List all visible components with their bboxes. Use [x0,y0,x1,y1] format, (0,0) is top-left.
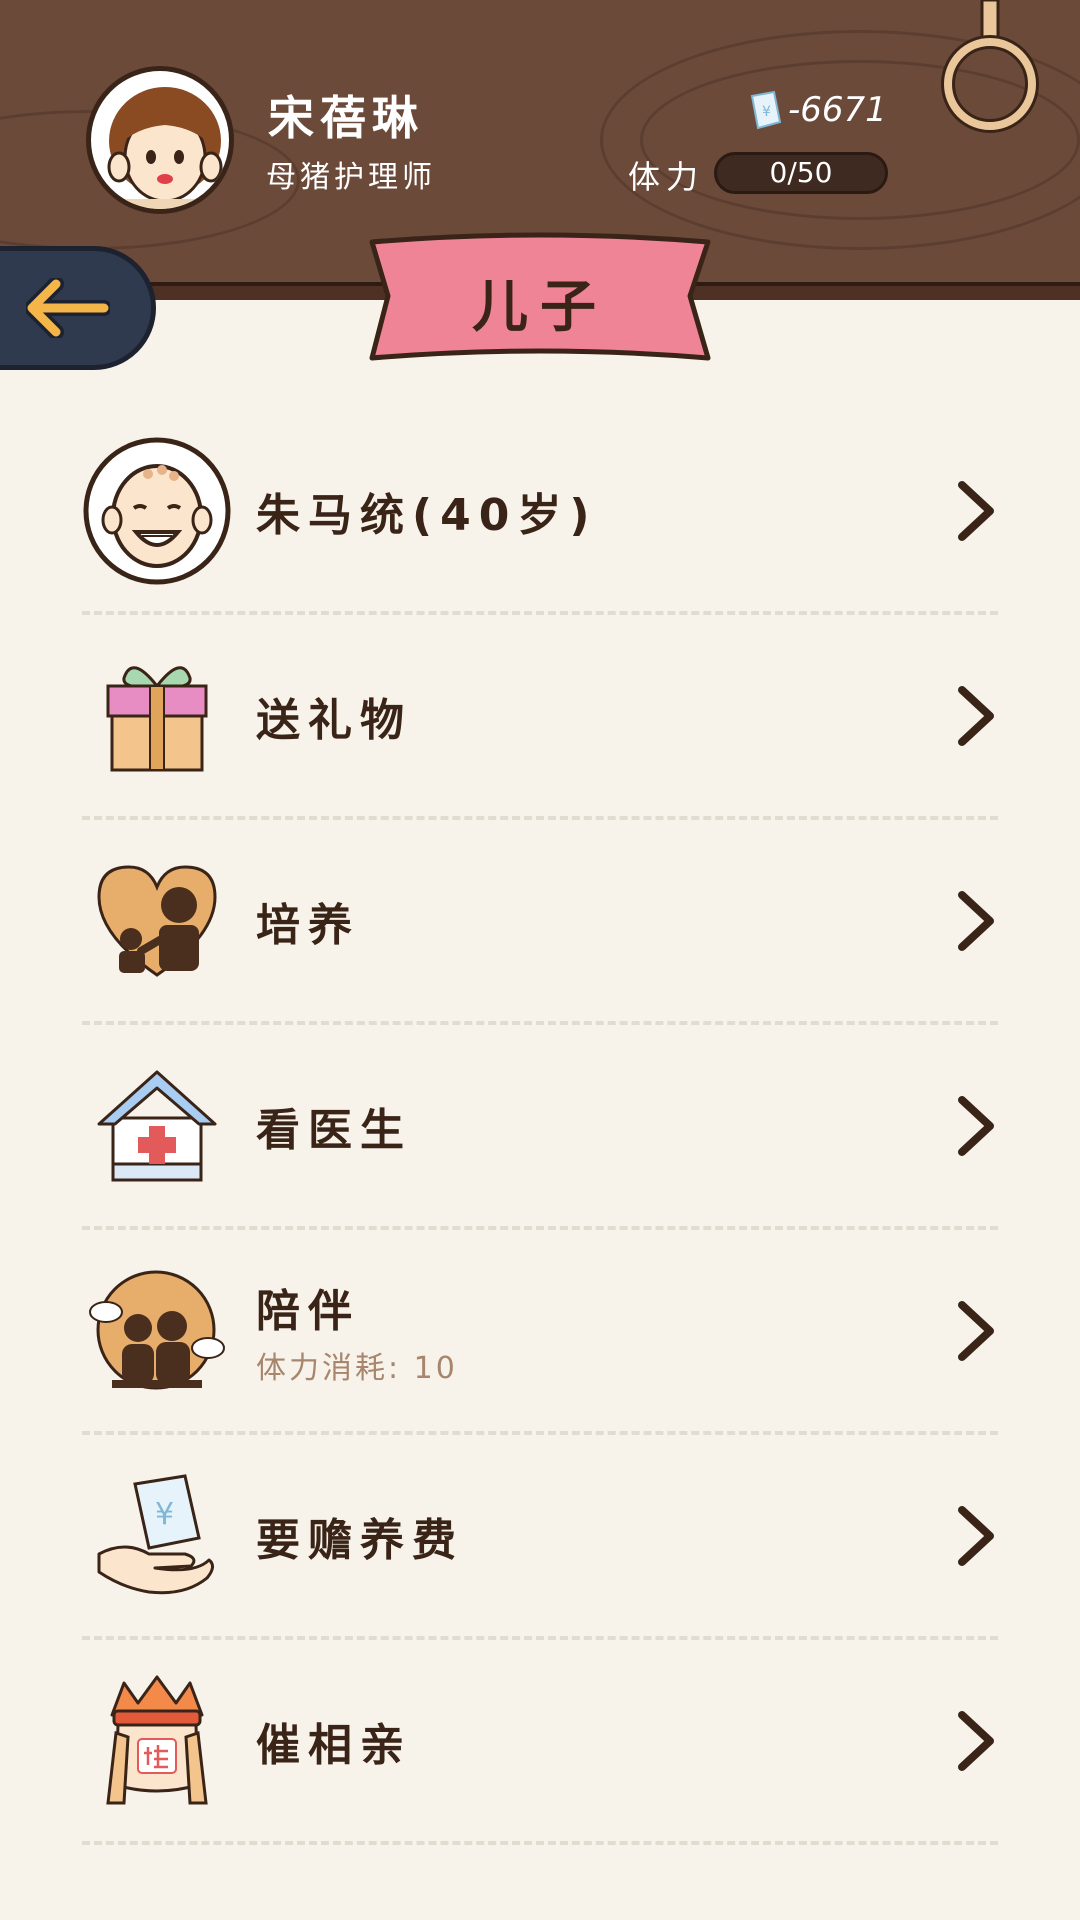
settings-ring-icon[interactable] [938,0,1042,140]
svg-text:¥: ¥ [155,1497,174,1532]
money-value: -6671 [788,90,887,130]
list-item-nurture[interactable]: 培养 [82,820,998,1025]
list-item-label: 培养 [256,899,360,951]
son-avatar-icon [83,437,231,584]
player-avatar[interactable] [86,66,234,214]
stamina-bar: 0/50 [714,152,888,194]
stamina-cost-label: 体力消耗: 10 [256,1350,458,1386]
player-name: 宋蓓琳 [268,91,424,145]
list-item-matchmaking[interactable]: 催相亲 [82,1640,998,1845]
stamina-value: 0/50 [769,156,833,189]
list-item-label: 朱马统(40岁) [256,489,598,541]
list-item-label: 催相亲 [256,1719,412,1771]
list-item-label: 送礼物 [256,694,412,746]
gift-icon [106,665,208,771]
nurture-heart-icon [97,864,217,977]
list-item-demand-support[interactable]: ¥ 要赡养费 [82,1435,998,1640]
player-title: 母猪护理师 [266,160,436,195]
hospital-icon [97,1070,217,1181]
back-arrow-icon [26,278,110,338]
list-item-see-doctor[interactable]: 看医生 [82,1025,998,1230]
chevron-right-icon [958,685,994,746]
page-title: 儿子 [472,275,608,340]
chevron-right-icon [958,890,994,951]
companion-icon [89,1270,225,1389]
chevron-right-icon [958,1505,994,1566]
list-item-companionship[interactable]: 陪伴 体力消耗: 10 [82,1230,998,1435]
back-button[interactable] [0,246,156,370]
money-hand-icon: ¥ [97,1473,214,1594]
matchmaking-icon [106,1675,208,1804]
chevron-right-icon [958,1095,994,1156]
list-item-label: 要赡养费 [256,1514,464,1566]
chevron-right-icon [958,1710,994,1771]
stamina-label: 体力 [628,158,705,196]
list-item-label: 陪伴 [256,1285,360,1337]
chevron-right-icon [958,1300,994,1361]
list-item-son-profile[interactable]: 朱马统(40岁) [82,410,998,615]
banknote-icon: ¥ [750,90,782,130]
action-list: 朱马统(40岁) 送礼物 培养 看医生 陪伴 体力消耗: 10 ¥ 要赡养费 催… [82,410,998,1845]
chevron-right-icon [958,480,994,541]
svg-text:¥: ¥ [762,104,771,120]
list-item-label: 看医生 [256,1104,412,1156]
list-item-send-gift[interactable]: 送礼物 [82,615,998,820]
